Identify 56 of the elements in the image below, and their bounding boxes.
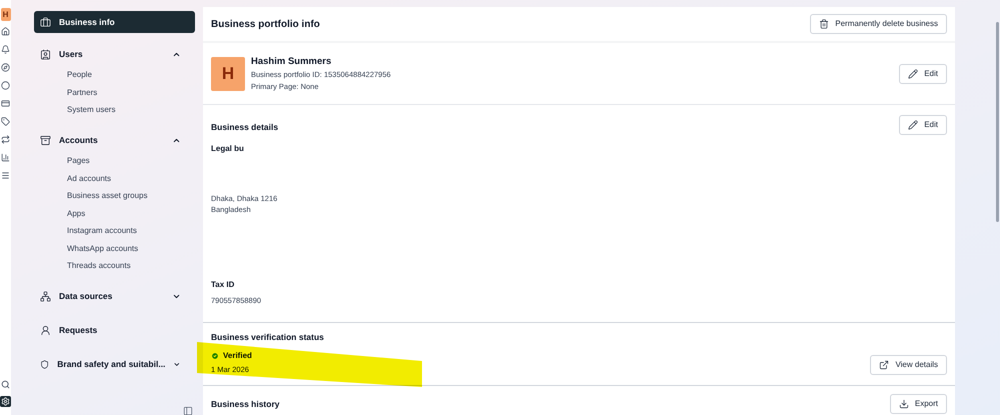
arrows-icon[interactable] <box>1 135 10 144</box>
menu-icon[interactable] <box>1 171 10 180</box>
export-button[interactable]: Export <box>890 394 947 414</box>
section-title: Business details <box>211 121 280 134</box>
sidebar-item[interactable]: Data sources <box>34 285 195 307</box>
card-icon[interactable] <box>1 99 10 108</box>
briefcase-icon <box>40 16 51 28</box>
box-icon <box>40 134 51 146</box>
field-label: Tax ID <box>211 279 236 292</box>
sidebar-subitem[interactable]: Instagram accounts <box>67 224 195 238</box>
sidebar-subitem[interactable]: System users <box>67 103 195 117</box>
edit-button[interactable]: Edit <box>899 115 947 135</box>
pencil-icon <box>908 120 918 130</box>
person-icon <box>40 324 51 336</box>
sidebar-item[interactable]: Business info <box>34 11 195 33</box>
field-label: Legal bu <box>211 142 245 155</box>
edit-button[interactable]: Edit <box>899 64 947 84</box>
page-title: Business portfolio info <box>211 18 320 32</box>
trash-icon <box>819 19 830 29</box>
sidebar-subitem[interactable]: Partners <box>67 86 195 100</box>
sidebar-subitem[interactable]: Ad accounts <box>67 172 195 186</box>
circle-icon[interactable] <box>1 81 10 90</box>
collapse-sidebar-icon[interactable] <box>183 406 193 415</box>
download-icon <box>898 399 909 409</box>
avatar[interactable]: H <box>0 8 10 21</box>
home-icon[interactable] <box>1 27 10 36</box>
bar-chart-icon[interactable] <box>1 153 10 162</box>
shield-icon <box>40 358 50 370</box>
compass-icon[interactable] <box>1 63 10 72</box>
business-name: Hashim Summers <box>251 55 332 70</box>
sidebar-subitem[interactable]: Threads accounts <box>67 259 195 273</box>
settings-button[interactable] <box>0 396 11 407</box>
search-button[interactable] <box>0 379 11 390</box>
external-link-icon <box>879 360 890 370</box>
section-title: Business history <box>211 398 280 410</box>
sidebar-item[interactable]: Accounts <box>34 129 195 151</box>
pencil-icon <box>908 68 918 78</box>
verification-status: Verified <box>223 350 252 362</box>
tag-icon[interactable] <box>1 117 10 126</box>
sidebar-item[interactable]: Requests <box>34 319 195 341</box>
bell-icon[interactable] <box>1 45 10 54</box>
sidebar-subitem[interactable]: WhatsApp accounts <box>67 242 195 256</box>
sidebar-subitem[interactable]: Pages <box>67 154 195 168</box>
badge-icon <box>40 48 51 60</box>
sidebar-item[interactable]: Brand safety and suitabil... <box>34 353 195 375</box>
sidebar-subitem[interactable]: People <box>67 68 195 82</box>
delete-business-button[interactable]: Permanently delete business <box>810 14 947 34</box>
sidebar-item[interactable]: Users <box>34 43 195 65</box>
search-icon <box>1 380 10 389</box>
nodes-icon <box>40 290 51 302</box>
sidebar-subitem[interactable]: Apps <box>67 206 195 220</box>
view-details-button[interactable]: View details <box>870 355 947 375</box>
sidebar-subitem[interactable]: Business asset groups <box>67 189 195 203</box>
business-avatar: H <box>211 56 245 90</box>
scrollbar[interactable] <box>996 22 999 222</box>
section-title: Business verification status <box>211 331 325 344</box>
